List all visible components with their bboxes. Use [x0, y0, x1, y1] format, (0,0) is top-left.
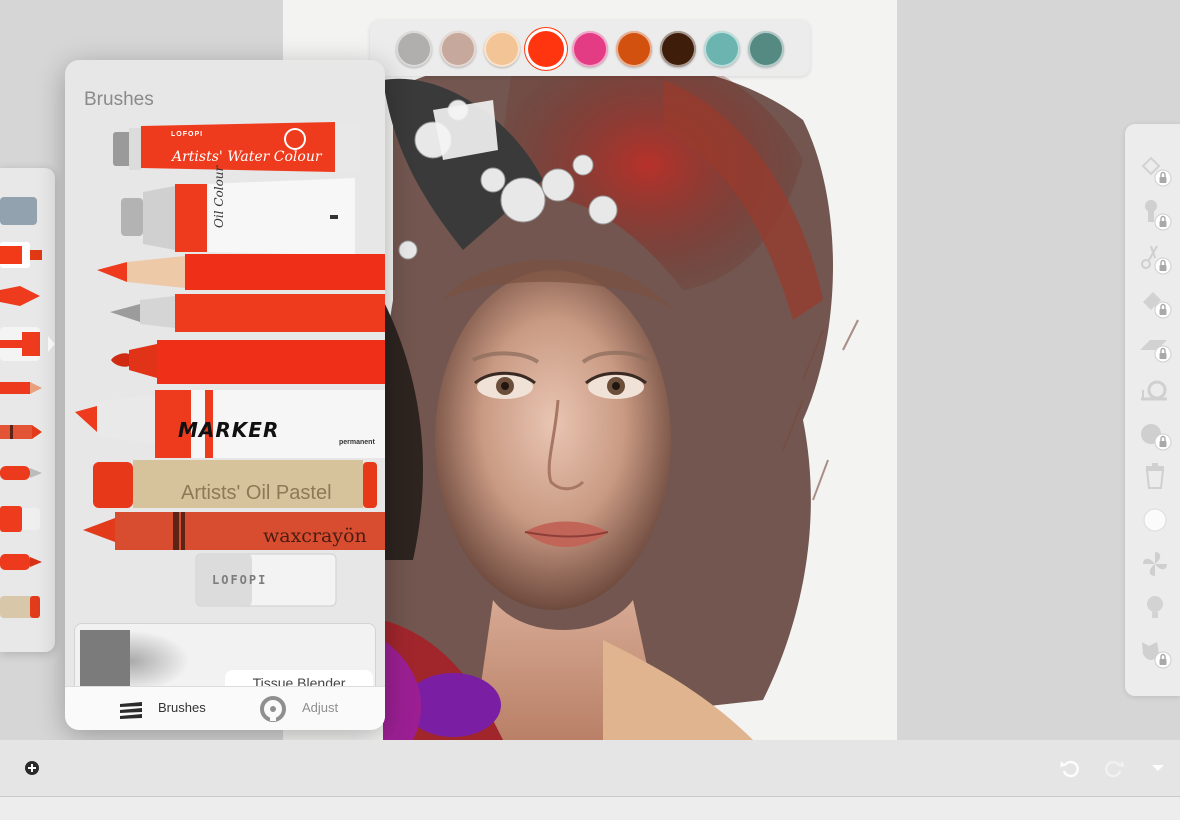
redo-icon[interactable] — [1102, 756, 1126, 780]
crayon-label: waxcrayön — [263, 525, 367, 547]
brushes-stack-icon — [120, 702, 142, 719]
felt-tip-pen[interactable] — [111, 340, 385, 384]
tab-brushes-label: Brushes — [158, 700, 206, 715]
panel-tab-bar: Brushes Adjust — [65, 686, 385, 730]
ruler-locked-icon[interactable] — [1137, 328, 1173, 364]
snail-icon[interactable] — [1137, 372, 1173, 408]
tab-adjust-label: Adjust — [302, 700, 339, 715]
bottom-bar — [0, 740, 1180, 796]
mask-locked-icon[interactable] — [1137, 634, 1173, 670]
marker-icon[interactable] — [0, 327, 55, 361]
fill-bucket-locked-icon[interactable] — [1137, 284, 1173, 320]
color-swatch[interactable] — [440, 31, 476, 67]
brush-stamp-locked-icon[interactable] — [1137, 196, 1173, 232]
color-swatch[interactable] — [748, 31, 784, 67]
pencil-icon[interactable] — [0, 382, 42, 394]
oil-tube-icon[interactable] — [0, 286, 40, 306]
color-swatch[interactable] — [660, 31, 696, 67]
pinwheel-icon[interactable] — [1137, 546, 1173, 582]
felt-tip-icon[interactable] — [0, 554, 42, 570]
watercolour-tube-icon[interactable] — [0, 242, 42, 268]
oil-colour-label: Oil Colour — [212, 165, 226, 228]
lightbulb-icon[interactable] — [1137, 590, 1173, 626]
trash-icon[interactable] — [1137, 458, 1173, 494]
watercolour-label: Artists' Water Colour — [172, 149, 322, 165]
color-swatch[interactable] — [704, 31, 740, 67]
eraser-label: LOFOPI — [212, 573, 268, 587]
color-swatch[interactable] — [396, 31, 432, 67]
add-icon[interactable] — [20, 756, 44, 780]
blank-circle-icon[interactable] — [1137, 502, 1173, 538]
color-swatch-icon[interactable] — [0, 197, 37, 225]
marker-sublabel: permanent — [339, 439, 375, 446]
chevron-down-icon[interactable] — [1146, 756, 1170, 780]
quick-brush-rail — [0, 168, 55, 652]
brush-sample-swatch — [80, 630, 130, 692]
reference-locked-icon[interactable] — [1137, 416, 1173, 452]
tab-adjust[interactable]: Adjust — [259, 693, 349, 725]
ballpoint-pen[interactable] — [110, 294, 385, 332]
oil-colour-tube[interactable] — [121, 178, 355, 255]
brush-texture-preview — [130, 630, 190, 692]
tab-brushes[interactable]: Brushes — [117, 693, 217, 725]
color-swatch[interactable] — [484, 31, 520, 67]
color-swatch[interactable] — [572, 31, 608, 67]
scissors-locked-icon[interactable] — [1137, 240, 1173, 276]
pastel-icon[interactable] — [0, 596, 40, 618]
right-toolbar — [1125, 124, 1180, 696]
adjust-dial-icon — [260, 696, 286, 722]
crayon-icon[interactable] — [0, 425, 42, 439]
marker-thick-icon[interactable] — [0, 506, 40, 532]
bottom-strip — [0, 797, 1180, 820]
oil-pastel-label: Artists' Oil Pastel — [181, 482, 332, 504]
color-swatch[interactable] — [528, 31, 564, 67]
color-swatch[interactable] — [616, 31, 652, 67]
pen-icon[interactable] — [0, 466, 42, 480]
brushes-panel: Brushes LOFOPI Artists' Water Colour Oil… — [65, 60, 385, 730]
marker-label: MARKER — [178, 418, 280, 442]
transform-locked-icon[interactable] — [1137, 152, 1173, 188]
pencil[interactable] — [97, 254, 385, 290]
color-palette — [370, 20, 810, 76]
watercolour-brand-label: LOFOPI — [171, 131, 204, 138]
undo-icon[interactable] — [1058, 756, 1082, 780]
